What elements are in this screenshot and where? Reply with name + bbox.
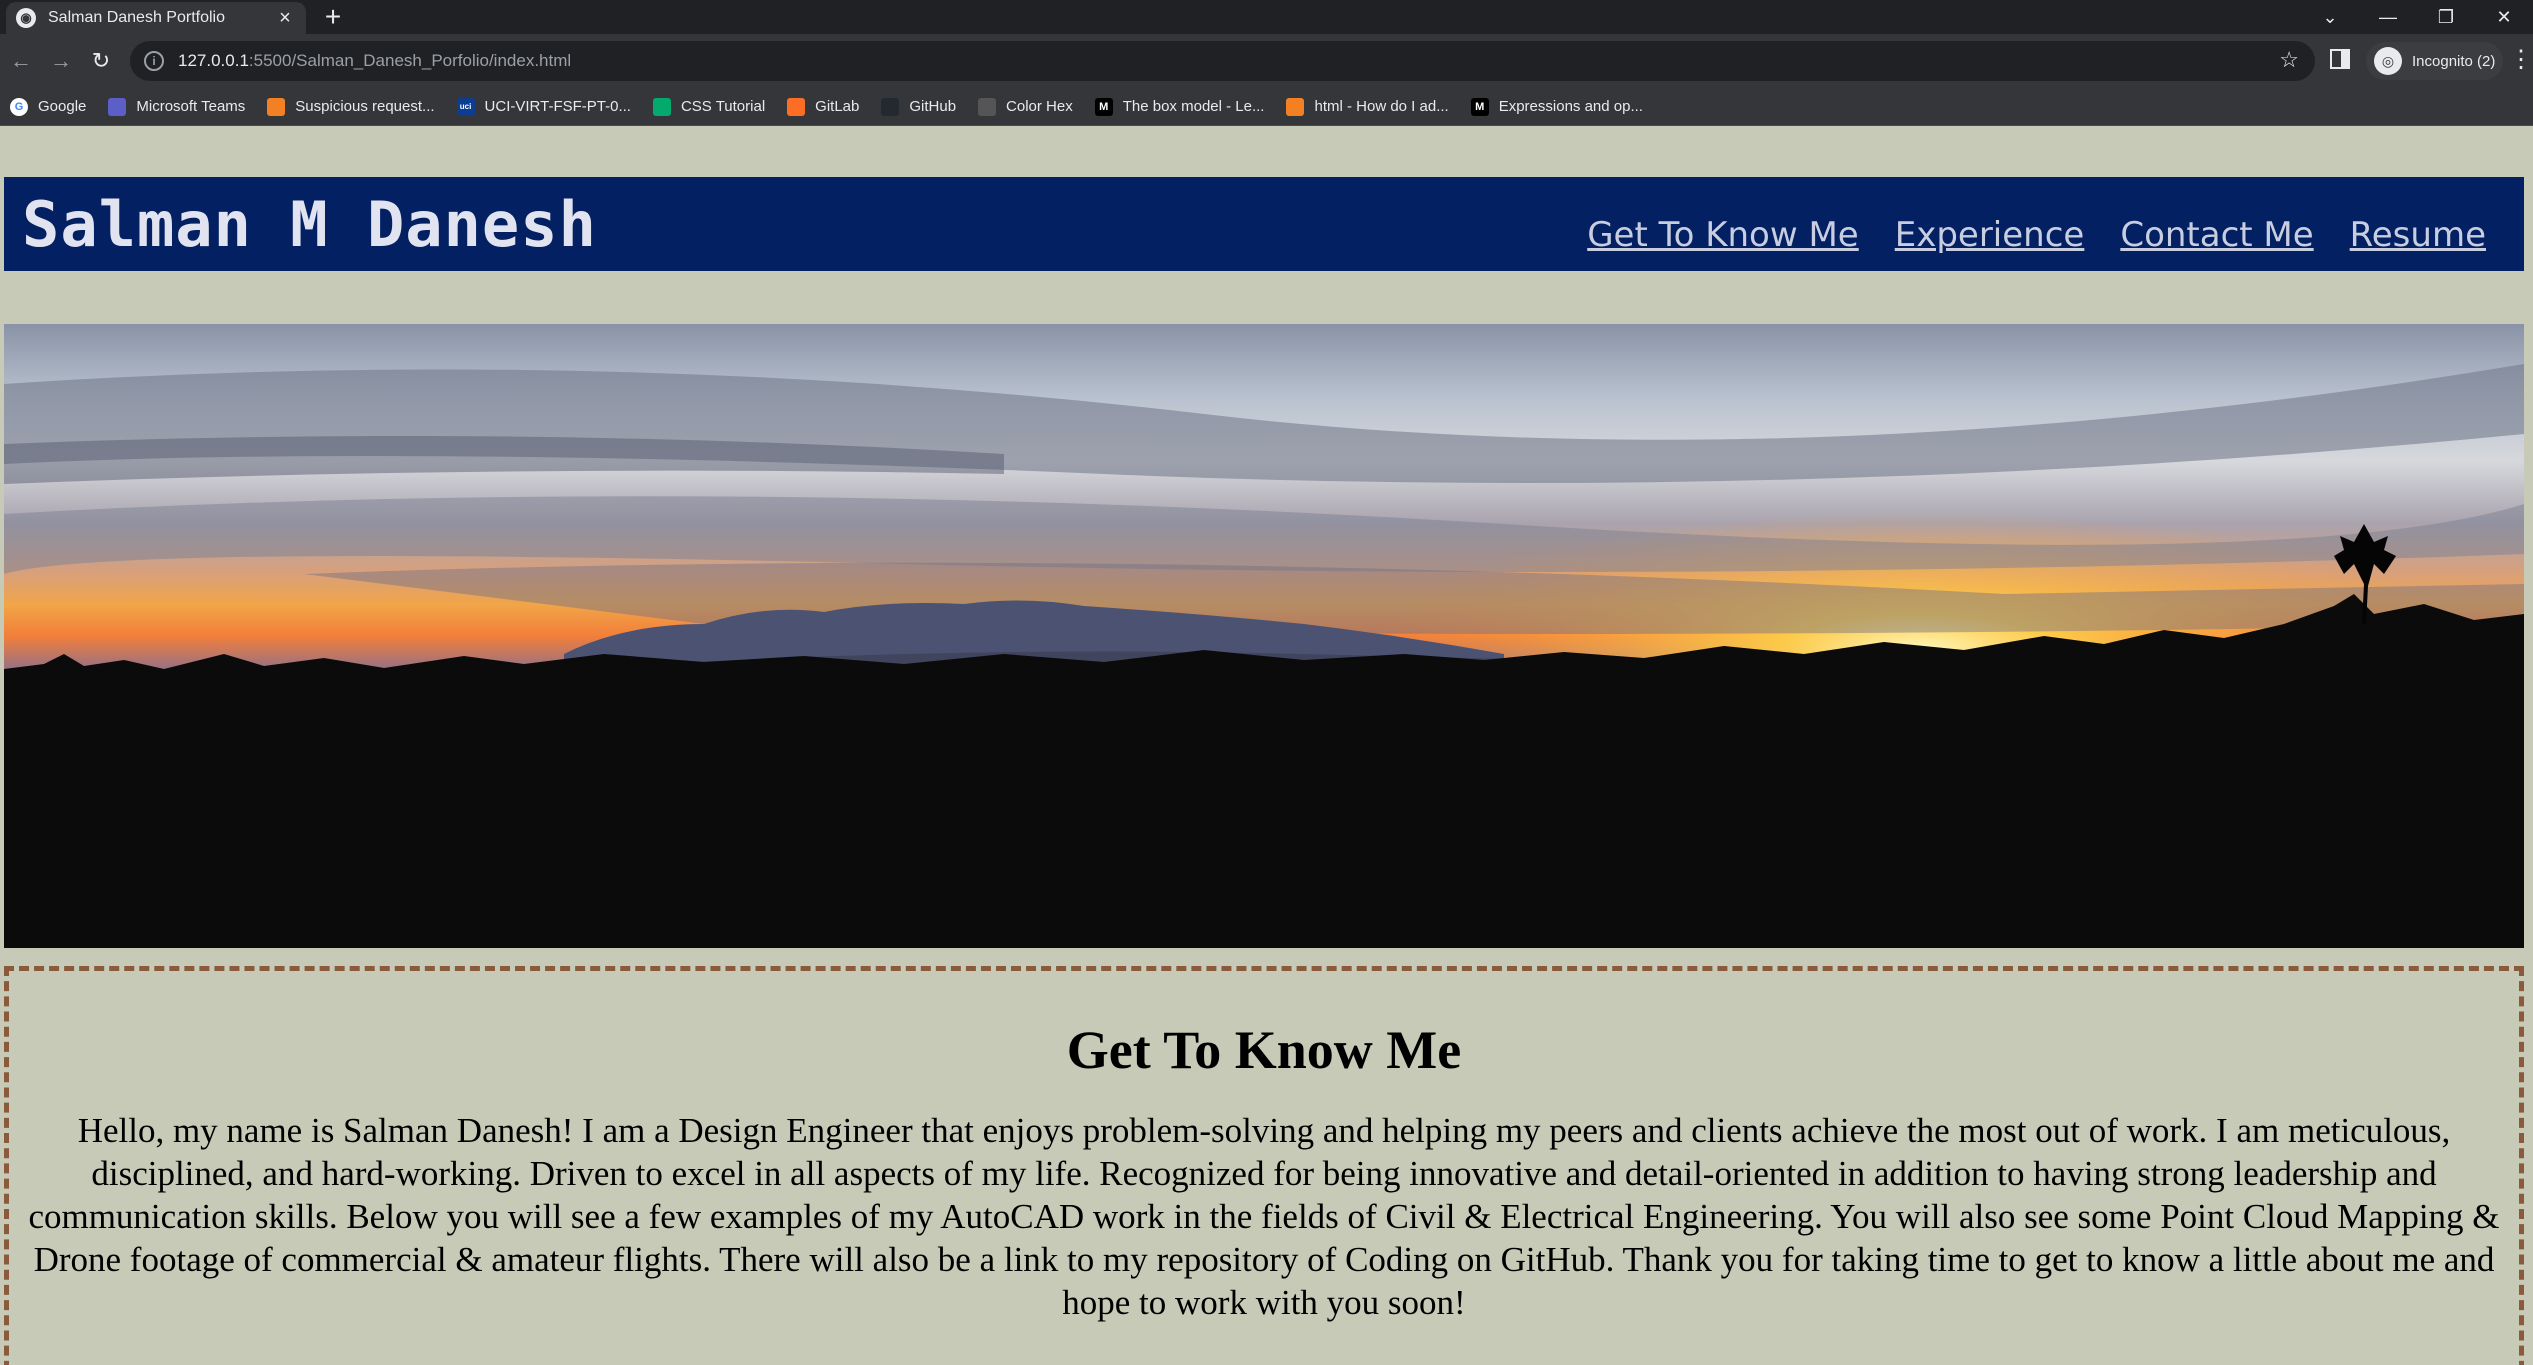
url-text[interactable]: 127.0.0.1:5500/Salman_Danesh_Porfolio/in… [178,51,571,71]
bookmark-label: CSS Tutorial [680,98,766,115]
mdn-icon: M [1470,97,1489,116]
teams-icon [108,97,127,116]
bookmark-github[interactable]: GitHub [881,97,957,116]
bookmark-google[interactable]: G Google [10,97,87,116]
bookmark-label: The box model - Le... [1122,98,1265,115]
bookmark-uci-virt-fsf-pt-0[interactable]: uci UCI-VIRT-FSF-PT-0... [456,97,631,116]
incognito-profile-button[interactable]: ◎ Incognito (2) [2366,42,2504,80]
colorhex-icon [978,97,997,116]
mdn-icon: M [1094,97,1113,116]
stackoverflow-icon [1286,97,1305,116]
google-icon: G [10,97,28,116]
incognito-icon: ◎ [2374,47,2402,75]
bookmark-html-how-do-i-ad[interactable]: html - How do I ad... [1286,97,1449,116]
uci-icon: uci [456,97,475,116]
w3schools-icon [652,97,671,116]
bookmark-gitlab[interactable]: GitLab [787,97,860,116]
bookmark-label: Google [38,98,87,115]
tab-title: Salman Danesh Portfolio [48,9,225,26]
bookmark-label: GitLab [815,98,860,115]
bookmark-star-icon[interactable]: ☆ [2279,47,2299,73]
bookmark-suspicious-request[interactable]: Suspicious request... [267,97,435,116]
nav-link-resume[interactable]: Resume [2350,215,2486,255]
about-title: Get To Know Me [1066,1020,1462,1080]
bookmark-label: Expressions and op... [1498,98,1643,115]
new-tab-button[interactable]: + [318,2,348,32]
close-window-icon[interactable]: ✕ [2475,7,2533,28]
bookmark-label: UCI-VIRT-FSF-PT-0... [484,98,631,115]
nav-link-get-to-know-me[interactable]: Get To Know Me [1587,215,1859,255]
gitlab-icon [787,97,806,116]
bookmark-the-box-model-le[interactable]: M The box model - Le... [1094,97,1265,116]
browser-toolbar: ← → ↻ i 127.0.0.1:5500/Salman_Danesh_Por… [0,34,2533,88]
bookmark-label: GitHub [909,98,957,115]
bookmark-label: Suspicious request... [295,98,435,115]
nav-link-experience[interactable]: Experience [1895,215,2085,255]
hero-image [4,324,2524,948]
minimize-icon[interactable]: — [2359,7,2417,28]
bookmark-label: Color Hex [1006,98,1073,115]
tab-strip: ◉ Salman Danesh Portfolio × + ⌄ — ❐ ✕ [0,0,2533,34]
browser-menu-icon[interactable]: ⋮ [2509,46,2533,74]
web-page: Salman M Danesh Get To Know Me Experienc… [0,126,2533,1365]
window-controls: ⌄ — ❐ ✕ [2301,0,2533,34]
bookmark-label: html - How do I ad... [1314,98,1449,115]
side-panel-icon[interactable] [2330,49,2350,69]
reload-icon[interactable]: ↻ [88,48,114,74]
restore-icon[interactable]: ❐ [2417,7,2475,28]
bookmark-label: Microsoft Teams [136,98,246,115]
bookmark-expressions-and-op[interactable]: M Expressions and op... [1470,97,1643,116]
about-paragraph: Hello, my name is Salman Danesh! I am a … [28,1111,2500,1322]
bookmark-microsoft-teams[interactable]: Microsoft Teams [108,97,246,116]
profile-label: Incognito (2) [2412,52,2496,70]
site-header: Salman M Danesh Get To Know Me Experienc… [4,177,2524,271]
tab-search-icon[interactable]: ⌄ [2301,7,2359,28]
nav-link-contact-me[interactable]: Contact Me [2120,215,2313,255]
github-icon [881,97,900,116]
site-nav: Get To Know Me Experience Contact Me Res… [1587,215,2486,255]
close-tab-icon[interactable]: × [274,7,296,30]
stackoverflow-icon [267,97,286,116]
about-section: Get To Know Me Hello, my name is Salman … [4,966,2524,1365]
site-info-icon[interactable]: i [144,51,164,71]
bookmark-color-hex[interactable]: Color Hex [978,97,1073,116]
site-title: Salman M Danesh [22,187,597,261]
address-bar[interactable]: i 127.0.0.1:5500/Salman_Danesh_Porfolio/… [130,41,2315,81]
back-icon[interactable]: ← [8,48,34,74]
forward-icon[interactable]: → [48,48,74,74]
sunset-mountain-image [4,324,2524,948]
bookmarks-bar: G Google Microsoft Teams Suspicious request… [0,88,2533,126]
globe-icon: ◉ [16,8,36,28]
bookmark-css-tutorial[interactable]: CSS Tutorial [652,97,766,116]
browser-tab[interactable]: ◉ Salman Danesh Portfolio × [6,2,306,34]
